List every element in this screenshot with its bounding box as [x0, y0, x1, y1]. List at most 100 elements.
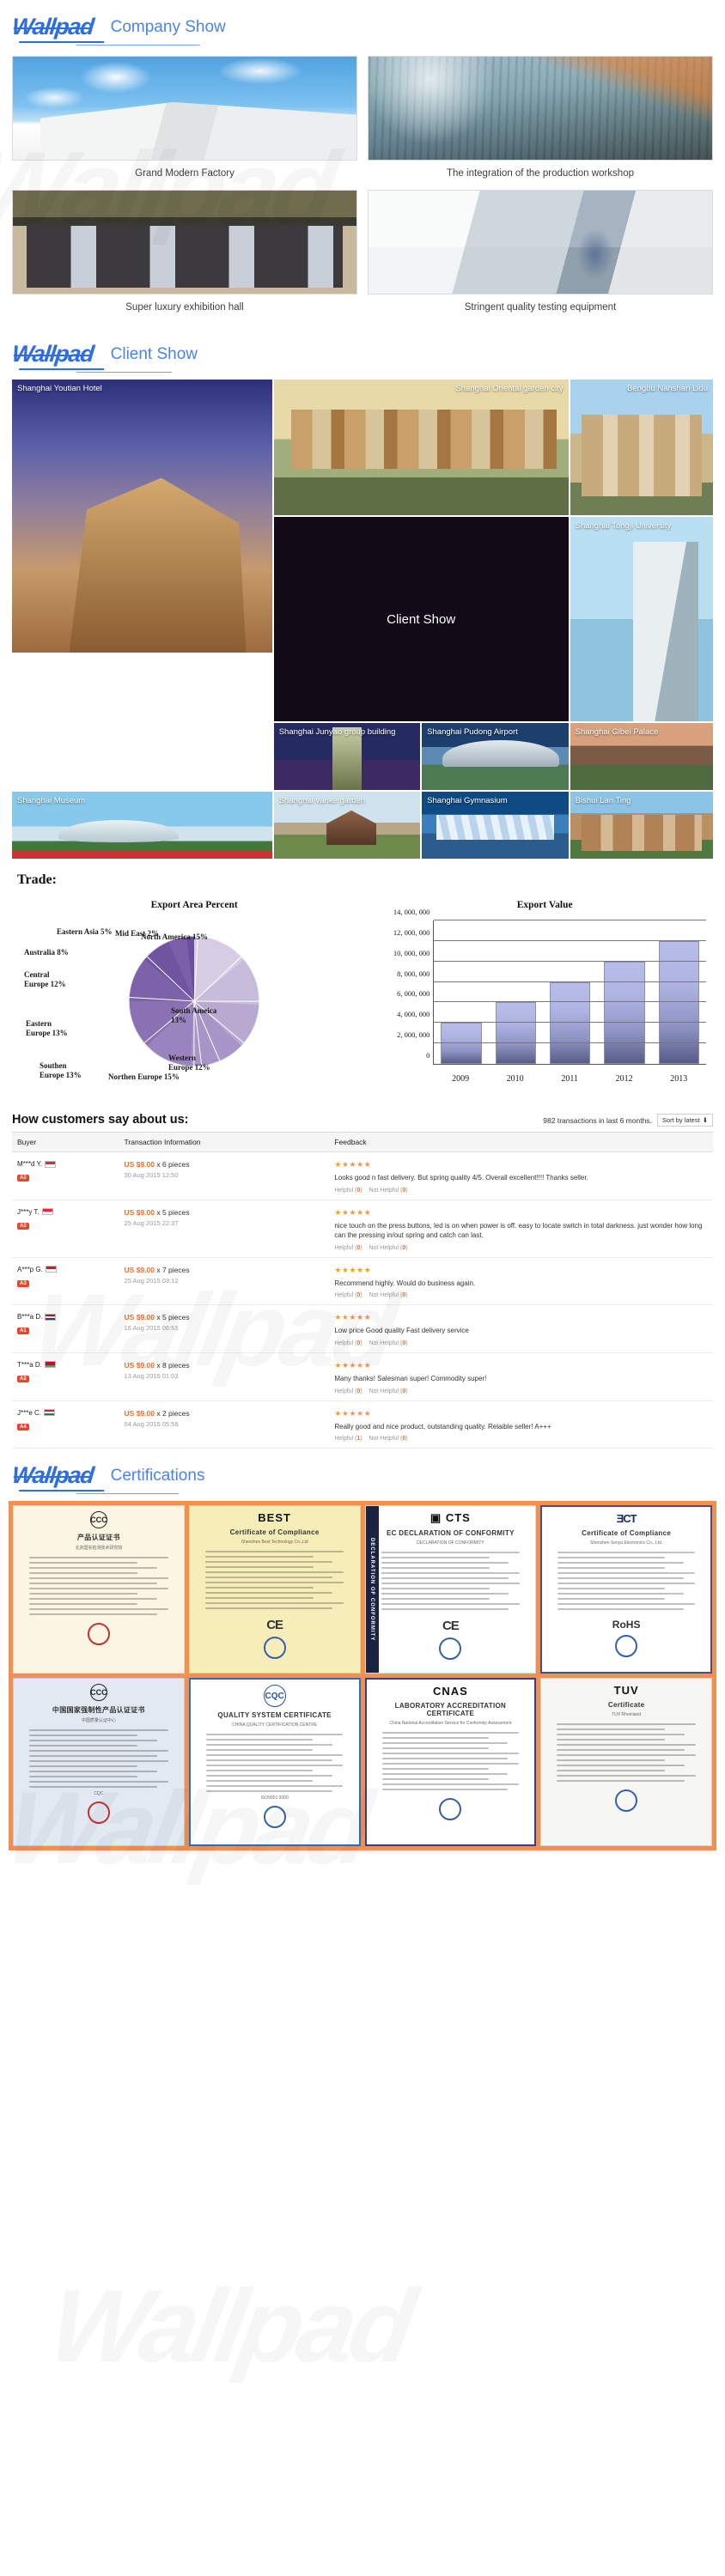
buyer-name: M***d Y. [17, 1160, 125, 1168]
transaction-price[interactable]: US $9.00 x 5 pieces [125, 1208, 335, 1217]
client-tile-label: Shanghai vanke garden [278, 796, 366, 805]
buyer-cell: J***y T. A2 [12, 1208, 125, 1251]
brand-logo-underline [19, 41, 104, 43]
transaction-date: 25 Aug 2015 22:37 [124, 1218, 179, 1227]
rating-stars-icon: ★★★★★ [334, 1313, 372, 1322]
feedback-text: Looks good n fast delivery. But spring q… [334, 1174, 588, 1182]
certificate-subtitle: DECLARATION OF CONFORMITY [417, 1540, 484, 1546]
helpful-button[interactable]: Helpful (0) [334, 1188, 362, 1194]
certificate-logo-row: CCC [89, 1511, 107, 1529]
helpful-row: Helpful (0) Not Helpful (0) [334, 1388, 713, 1394]
not-helpful-button[interactable]: Not Helpful (0) [369, 1245, 407, 1251]
y-axis-tick: 2, 000, 000 [397, 1030, 430, 1040]
pie-chart-area: North America 15% South Ameica 13% Weste… [12, 914, 376, 1094]
transaction-qty: x 7 pieces [156, 1265, 190, 1274]
certificate-image: CNAS LABORATORY ACCREDITATION CERTIFICAT… [364, 1678, 537, 1847]
pie-label-western-europe: Western Europe 12% [168, 1054, 210, 1072]
feedback-cell: ★★★★★ Looks good n fast delivery. But sp… [334, 1160, 713, 1194]
bar [495, 1002, 537, 1064]
column-header-buyer: Buyer [17, 1138, 37, 1146]
transaction-qty: x 8 pieces [156, 1360, 190, 1370]
certificate-subtitle: TUV Rheinland [612, 1712, 642, 1718]
helpful-button[interactable]: Helpful (0) [334, 1245, 362, 1251]
certifications-header: Wallpad Certifications [0, 1449, 725, 1499]
transaction-price[interactable]: US $9.00 x 5 pieces [125, 1313, 335, 1321]
certificate-logo-row: CCC [89, 1684, 107, 1702]
transaction-price[interactable]: US $9.00 x 7 pieces [125, 1266, 335, 1274]
not-helpful-button[interactable]: Not Helpful (0) [369, 1292, 407, 1298]
transaction-date: 30 Aug 2015 12:50 [124, 1171, 179, 1179]
feedback-table: Buyer Transaction Information Feedback M… [12, 1132, 713, 1449]
helpful-row: Helpful (0) Not Helpful (0) [334, 1340, 713, 1346]
client-tile-junyao-group-building: Shanghai Junyao group building [273, 723, 421, 790]
certifications-grid-row1: CCC 产品认证证书 北京国实检测技术研究院 BEST Certificate … [13, 1505, 712, 1674]
certificate-logo-row: CQC [263, 1685, 286, 1708]
helpful-row: Helpful (0) Not Helpful (0) [334, 1292, 713, 1298]
transaction-cell: US $9.00 x 5 pieces 16 Aug 2015 06:53 [125, 1313, 335, 1346]
grid-line [434, 1042, 706, 1044]
certifications-title-text: Certifications [110, 1467, 205, 1485]
buyer-level-badge: A4 [17, 1423, 29, 1431]
buyer-name: B***a D. [17, 1313, 125, 1321]
company-caption: The integration of the production worksh… [447, 168, 634, 179]
title-underline [76, 372, 173, 373]
buyer-level-badge: A2 [17, 1222, 29, 1230]
feedback-table-header: Buyer Transaction Information Feedback [12, 1133, 713, 1152]
y-axis-tick: 10, 000, 000 [393, 948, 430, 957]
country-flag-icon [45, 1160, 57, 1168]
certificate-body-lines [204, 1550, 344, 1613]
feedback-title: How customers say about us: [12, 1113, 189, 1127]
certificate-stamp-icon [263, 1636, 286, 1659]
certificate-body-lines [29, 1556, 168, 1619]
feedback-cell: ★★★★★ Many thanks! Salesman super! Commo… [334, 1361, 713, 1394]
client-tile-label: Bengbu Nanshan Lidu [626, 384, 708, 393]
transaction-cell: US $9.00 x 2 pieces 04 Aug 2015 05:59 [125, 1409, 335, 1443]
certificate-subtitle: China National Accreditation Service for… [389, 1721, 512, 1727]
brand-logo-underline [19, 1490, 104, 1492]
certificate-heading: 产品认证证书 [76, 1534, 120, 1542]
certificate-body-lines [381, 1551, 521, 1613]
client-tile-shanghai-museum: Shanghai Museum [12, 792, 272, 859]
transaction-price[interactable]: US $9.00 x 6 pieces [125, 1160, 335, 1169]
helpful-button[interactable]: Helpful (0) [334, 1292, 362, 1298]
ce-mark-icon: CE [266, 1617, 283, 1632]
transaction-price[interactable]: US $9.00 x 2 pieces [125, 1409, 335, 1418]
transaction-date: 13 Aug 2015 01:03 [124, 1371, 179, 1380]
client-tile-label: Shanghai Pudong Airport [427, 727, 518, 737]
client-tile-pudong-airport: Shanghai Pudong Airport [422, 723, 569, 790]
helpful-button[interactable]: Helpful (1) [334, 1436, 362, 1442]
pie-chart-title: Export Area Percent [150, 900, 238, 910]
y-axis-tick: 14, 000, 000 [393, 908, 430, 916]
sort-by-latest-button[interactable]: Sort by latest ⬇ [656, 1114, 713, 1127]
brand-logo: Wallpad [10, 341, 104, 370]
tuv-logo-icon: TUV [613, 1684, 639, 1698]
buyer-level-badge: A2 [17, 1375, 29, 1382]
company-caption: Super luxury exhibition hall [125, 302, 244, 313]
export-value-chart: Export Value 0 2, 000, 000 4, 000, 000 6, 0… [376, 891, 713, 1094]
transaction-price[interactable]: US $9.00 x 8 pieces [125, 1361, 335, 1370]
client-tile-label: Shanghai Gymnasium [427, 796, 508, 805]
feedback-meta: 982 transactions in last 6 months. Sort … [543, 1114, 713, 1127]
ccc-logo-icon: CCC [89, 1684, 107, 1702]
client-show-title-text: Client Show [110, 345, 198, 363]
client-tile-label: Shanghai Gibei Palace [575, 727, 659, 737]
not-helpful-button[interactable]: Not Helpful (0) [369, 1388, 407, 1394]
bar-plot: 0 2, 000, 000 4, 000, 000 6, 000, 000 8, 000… [393, 908, 706, 1065]
client-show-center-label: Client Show [387, 611, 456, 627]
not-helpful-button[interactable]: Not Helpful (0) [369, 1340, 407, 1346]
feedback-cell: ★★★★★ Low price Good quality Fast delive… [334, 1313, 713, 1346]
certificate-heading: 中国国家强制性产品认证证书 [52, 1706, 145, 1715]
cts-logo-icon: ▣ CTS [430, 1511, 471, 1525]
cqc-logo-icon: CQC [263, 1685, 286, 1708]
client-show-wrap: Shanghai Youtian Hotel Shanghai Oriental… [0, 378, 725, 859]
company-item: The integration of the production worksh… [368, 56, 713, 190]
buyer-id: A***p G. [17, 1265, 43, 1273]
client-tile-label: Bishui Lan Ting [575, 796, 631, 805]
declaration-of-conformity-sidebar: DECLARATION OF CONFORMITY [365, 1506, 379, 1674]
client-tile-label: Shanghai Tongji University [575, 521, 672, 531]
not-helpful-button[interactable]: Not Helpful (0) [369, 1436, 407, 1442]
transaction-qty: x 2 pieces [156, 1408, 190, 1418]
not-helpful-button[interactable]: Not Helpful (0) [369, 1188, 407, 1194]
helpful-button[interactable]: Helpful (0) [334, 1340, 362, 1346]
helpful-button[interactable]: Helpful (0) [334, 1388, 362, 1394]
